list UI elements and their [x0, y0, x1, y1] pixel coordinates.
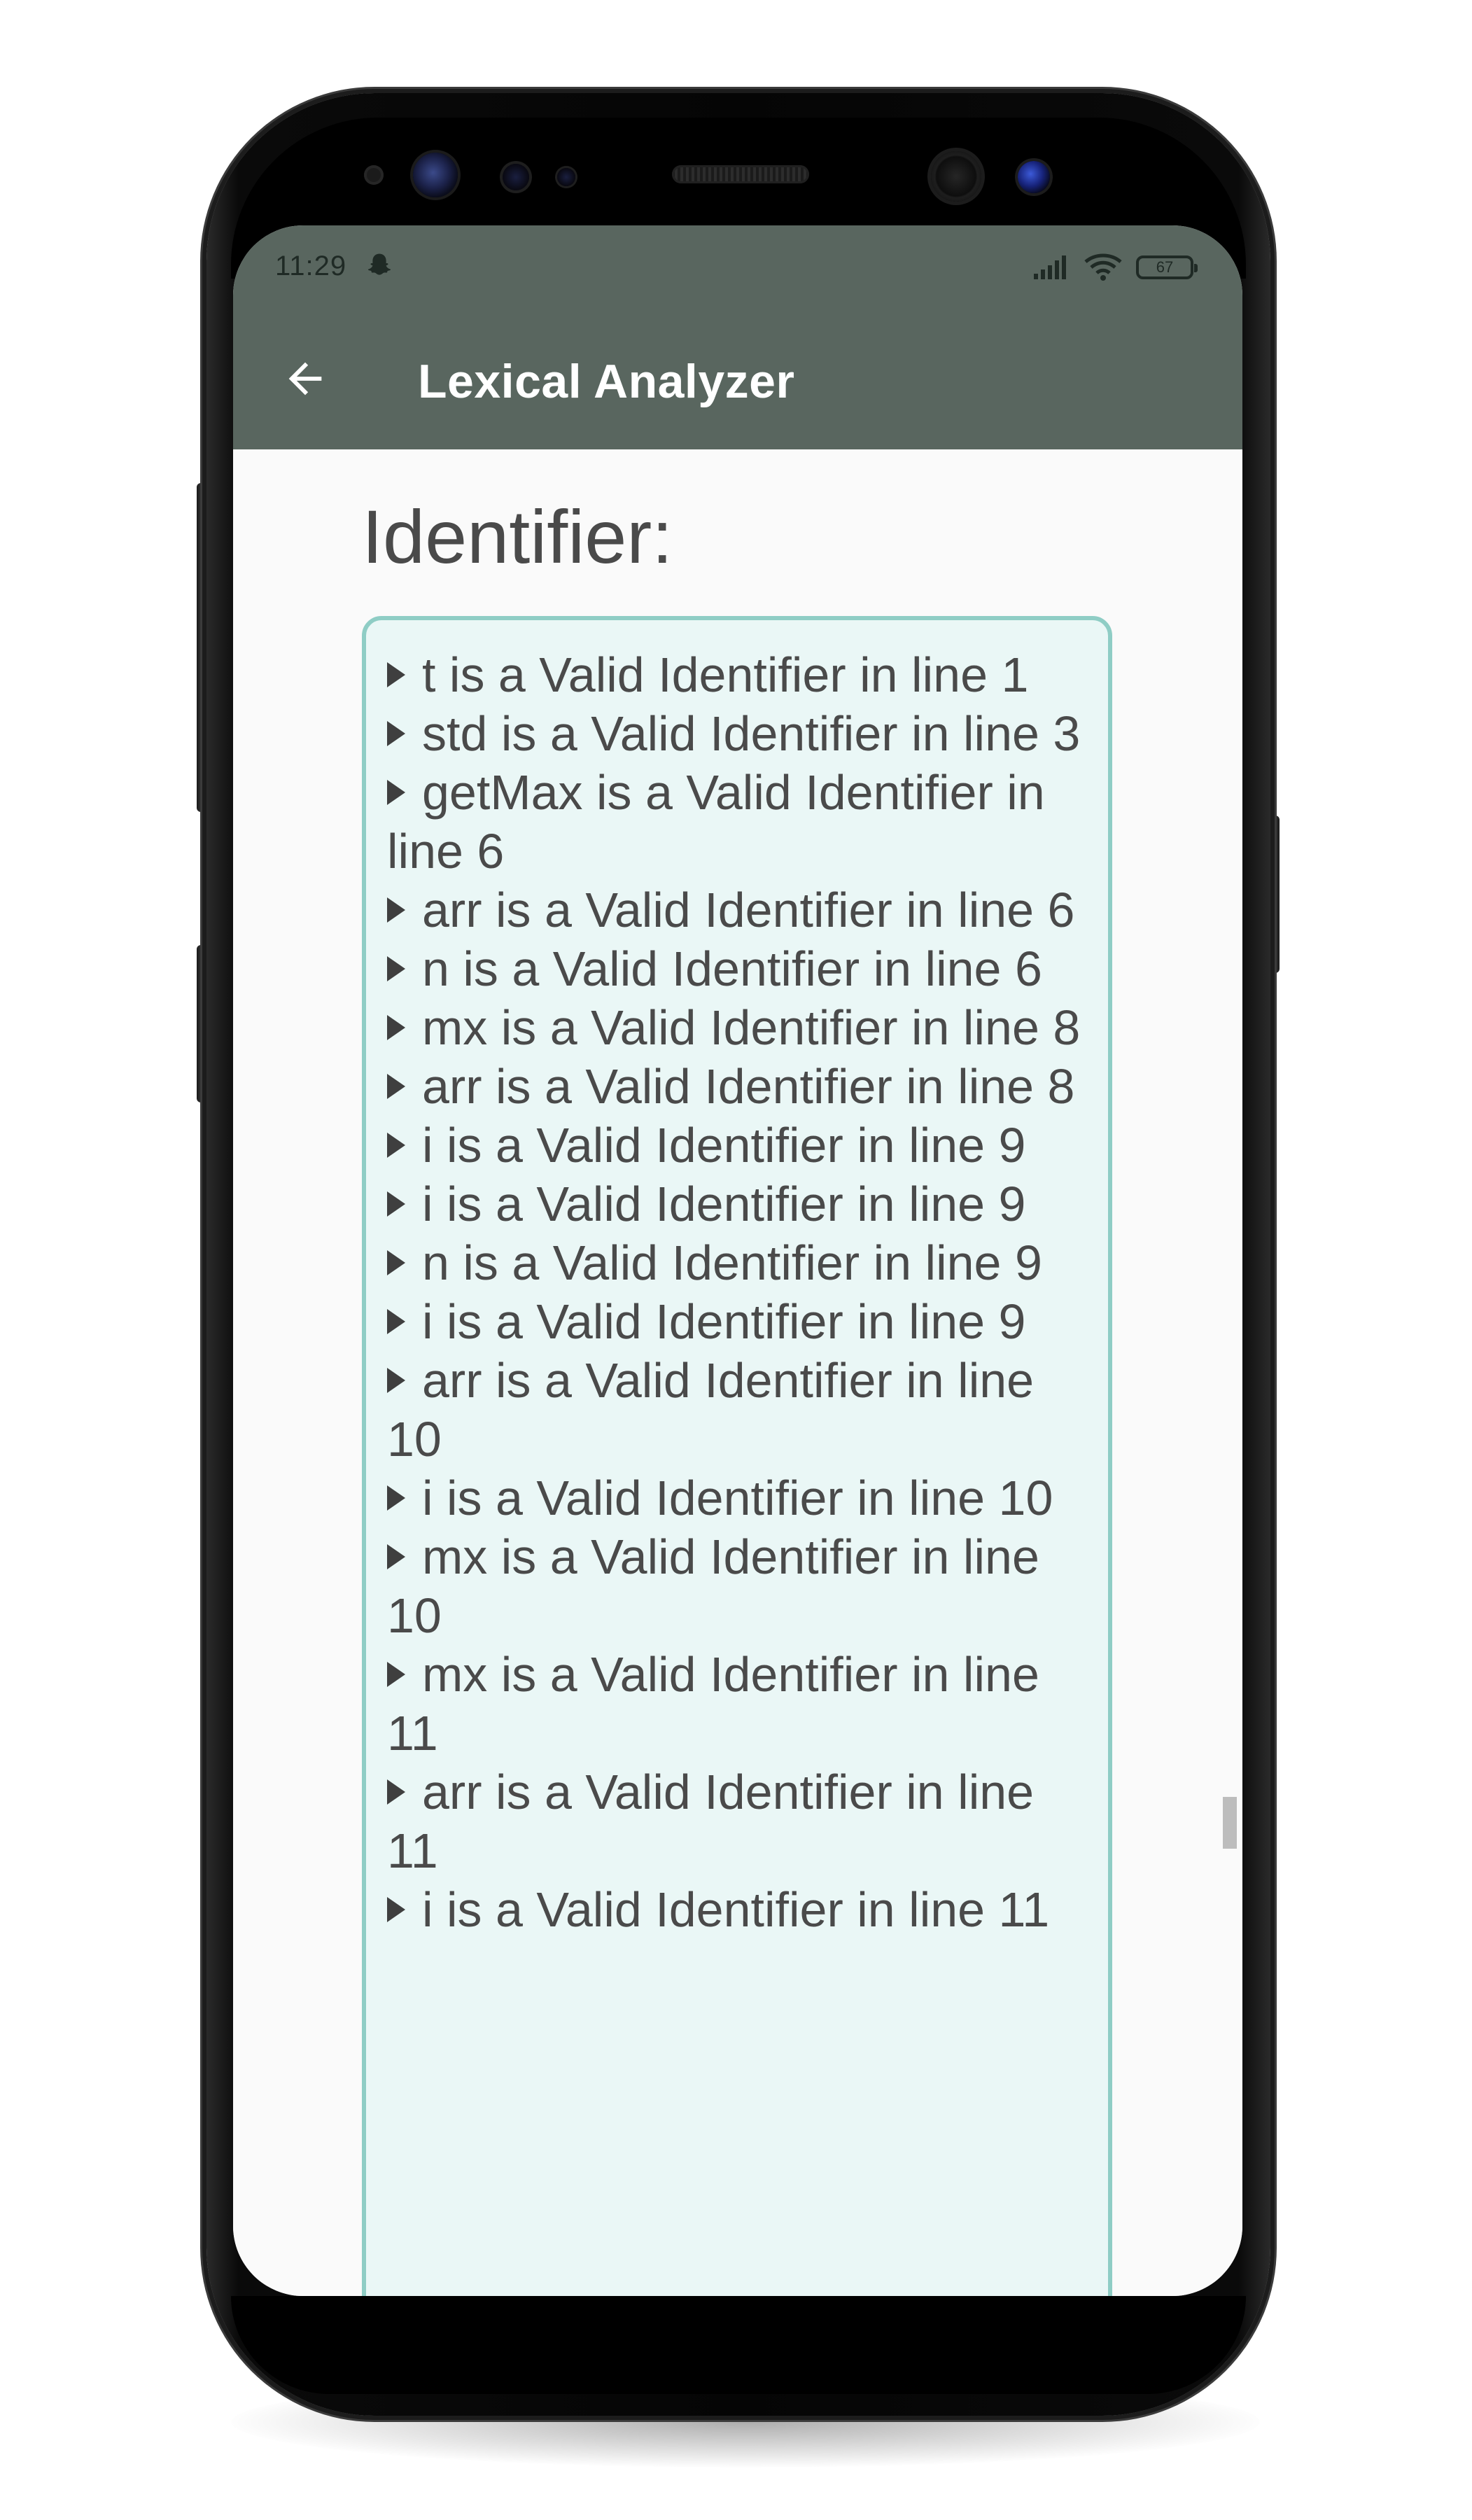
list-item: mx is a Valid Identifier in line 10 — [387, 1530, 1039, 1643]
list-item: arr is a Valid Identifier in line 8 — [387, 1057, 1094, 1116]
list-item: t is a Valid Identifier in line 1 — [387, 645, 1094, 704]
list-item: arr is a Valid Identifier in line 11 — [387, 1765, 1035, 1878]
identifier-list: t is a Valid Identifier in line 1 std is… — [387, 645, 1094, 1939]
list-item: n is a Valid Identifier in line 6 — [387, 939, 1094, 998]
iris-scanner-icon — [413, 153, 458, 197]
signal-icon — [1034, 255, 1066, 279]
bullet-icon — [387, 1897, 405, 1922]
battery-icon: 67 — [1136, 255, 1198, 279]
section-heading: Identifier: — [362, 494, 673, 579]
list-item: i is a Valid Identifier in line 9 — [387, 1175, 1094, 1233]
bullet-icon — [387, 1191, 405, 1217]
bullet-icon — [387, 1015, 405, 1040]
list-item: i is a Valid Identifier in line 10 — [387, 1469, 1094, 1527]
list-item: i is a Valid Identifier in line 11 — [387, 1880, 1094, 1939]
bullet-icon — [387, 1368, 405, 1393]
bullet-icon — [387, 897, 405, 923]
list-item: arr is a Valid Identifier in line 10 — [387, 1353, 1035, 1466]
bullet-icon — [387, 1309, 405, 1334]
battery-level: 67 — [1156, 258, 1174, 276]
list-item: n is a Valid Identifier in line 9 — [387, 1233, 1094, 1292]
app-bar: Lexical Analyzer — [233, 307, 1242, 449]
bullet-icon — [387, 1779, 405, 1805]
bullet-icon — [387, 662, 405, 687]
status-icons: 67 — [1032, 252, 1198, 283]
phone-bottom-bezel — [231, 2296, 1246, 2394]
ghost-icon — [367, 253, 391, 275]
bullet-icon — [387, 1662, 405, 1687]
identifier-box: t is a Valid Identifier in line 1 std is… — [362, 616, 1112, 2296]
bullet-icon — [387, 1074, 405, 1099]
list-item: mx is a Valid Identifier in line 8 — [387, 998, 1094, 1057]
bullet-icon — [387, 1133, 405, 1158]
light-sensor-icon — [557, 168, 575, 186]
sensor-icon — [364, 165, 384, 185]
status-time: 11:29 — [275, 251, 347, 281]
secondary-camera-icon — [1018, 161, 1050, 193]
phone-screen: 11:29 67 Lexical Analyzer Identifier: t … — [233, 225, 1242, 2296]
bullet-icon — [387, 780, 405, 805]
bullet-icon — [387, 1250, 405, 1275]
proximity-sensor-icon — [503, 164, 529, 190]
wifi-icon — [1084, 253, 1122, 281]
main-content[interactable]: Identifier: t is a Valid Identifier in l… — [233, 449, 1242, 2296]
front-camera-icon — [931, 151, 981, 202]
bullet-icon — [387, 1544, 405, 1569]
bullet-icon — [387, 721, 405, 746]
arrow-left-icon — [288, 362, 322, 396]
list-item: i is a Valid Identifier in line 9 — [387, 1116, 1094, 1175]
bullet-icon — [387, 956, 405, 981]
app-title: Lexical Analyzer — [418, 355, 795, 408]
list-item: arr is a Valid Identifier in line 6 — [387, 881, 1094, 939]
list-item: getMax is a Valid Identifier in line 6 — [387, 765, 1045, 878]
bullet-icon — [387, 1485, 405, 1511]
scrollbar-thumb[interactable] — [1223, 1797, 1237, 1849]
list-item: i is a Valid Identifier in line 9 — [387, 1292, 1094, 1351]
list-item: mx is a Valid Identifier in line 11 — [387, 1647, 1039, 1760]
status-bar: 11:29 67 — [233, 225, 1242, 307]
list-item: std is a Valid Identifier in line 3 — [387, 704, 1094, 763]
back-button[interactable] — [274, 347, 337, 410]
earpiece-speaker — [672, 165, 809, 183]
